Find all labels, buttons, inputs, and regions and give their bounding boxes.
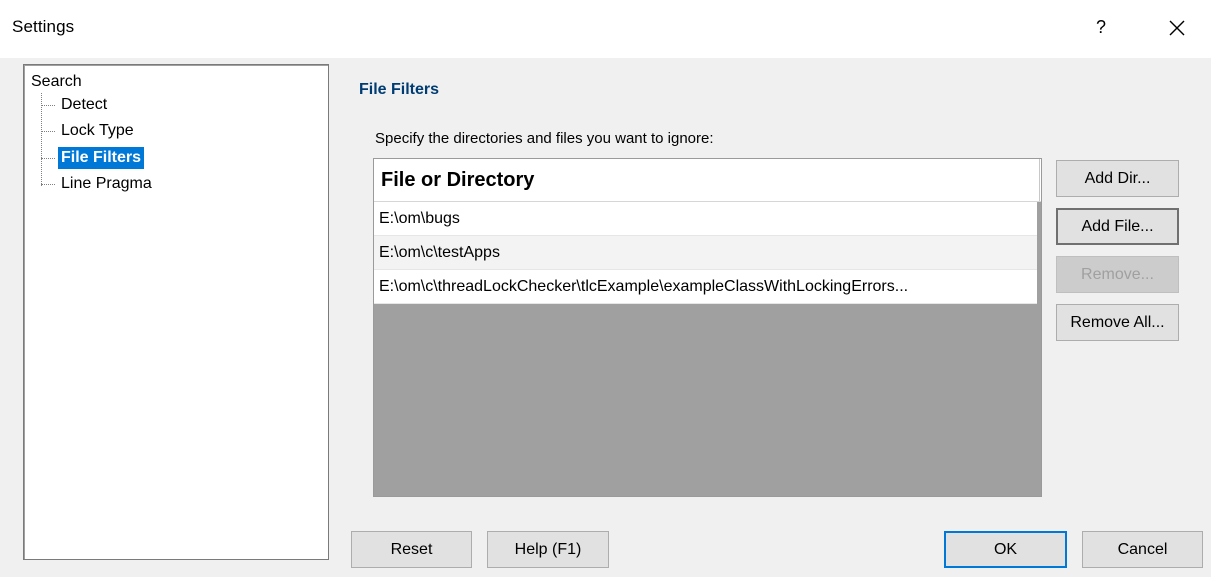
close-icon[interactable] <box>1163 14 1191 42</box>
add-file-button[interactable]: Add File... <box>1056 208 1179 245</box>
remove-all-button[interactable]: Remove All... <box>1056 304 1179 341</box>
help-button[interactable]: Help (F1) <box>487 531 609 568</box>
settings-dialog: Settings ? Search Detect Lock Type File … <box>0 0 1211 577</box>
column-divider[interactable] <box>1039 159 1040 201</box>
settings-tree: Search Detect Lock Type File Filters Lin… <box>23 64 329 560</box>
tree-branch-line <box>41 130 55 132</box>
column-header-file-or-directory: File or Directory <box>381 169 535 191</box>
tree-item-label: Line Pragma <box>61 175 152 192</box>
tree-branch-line <box>41 157 55 159</box>
tree-item-search[interactable]: Search <box>28 71 85 93</box>
tree-branch-line <box>41 104 55 106</box>
tree-item-label: Lock Type <box>61 122 134 139</box>
cancel-button[interactable]: Cancel <box>1082 531 1203 568</box>
title-bar: Settings ? <box>0 0 1211 58</box>
reset-button[interactable]: Reset <box>351 531 472 568</box>
tree-item-lock-type[interactable]: Lock Type <box>41 119 137 143</box>
window-title: Settings <box>12 17 75 36</box>
tree-item-file-filters[interactable]: File Filters <box>41 146 145 170</box>
instruction-text: Specify the directories and files you wa… <box>375 130 714 147</box>
help-icon[interactable]: ? <box>1088 14 1114 40</box>
list-header[interactable]: File or Directory <box>374 159 1041 202</box>
tree-item-label: Detect <box>61 96 108 113</box>
list-item[interactable]: E:\om\c\threadLockChecker\tlcExample\exa… <box>374 270 1037 304</box>
tree-item-detect[interactable]: Detect <box>41 93 110 117</box>
remove-button[interactable]: Remove... <box>1056 256 1179 293</box>
tree-item-label: File Filters <box>58 147 145 169</box>
tree-item-line-pragma[interactable]: Line Pragma <box>41 172 155 196</box>
tree-branch-line <box>41 183 55 185</box>
add-dir-button[interactable]: Add Dir... <box>1056 160 1179 197</box>
section-title: File Filters <box>359 81 440 98</box>
file-filter-list[interactable]: File or Directory E:\om\bugs E:\om\c\tes… <box>373 158 1042 497</box>
ok-button[interactable]: OK <box>944 531 1067 568</box>
list-item[interactable]: E:\om\bugs <box>374 202 1037 236</box>
list-item[interactable]: E:\om\c\testApps <box>374 236 1037 270</box>
